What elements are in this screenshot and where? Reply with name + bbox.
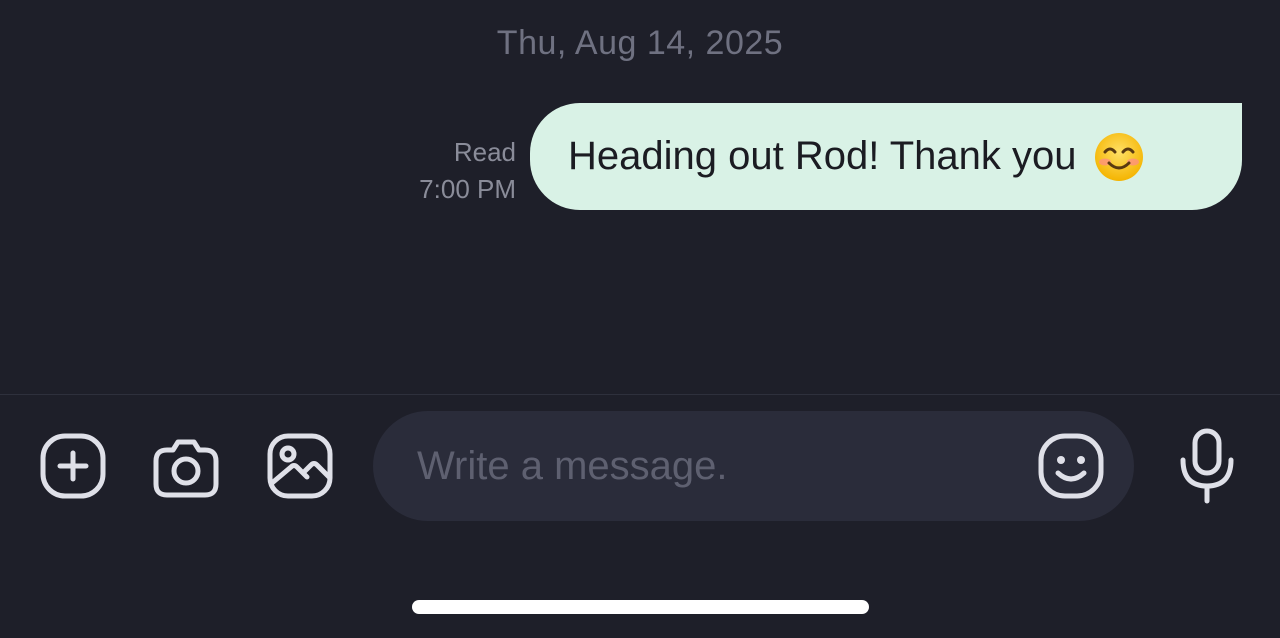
composer-divider bbox=[0, 394, 1280, 395]
smiley-face-icon[interactable] bbox=[1038, 433, 1104, 499]
read-receipt: Read bbox=[453, 137, 516, 167]
message-text: Heading out Rod! Thank you bbox=[568, 134, 1077, 178]
home-indicator[interactable] bbox=[412, 600, 869, 614]
outgoing-message-bubble[interactable]: Heading out Rod! Thank you bbox=[530, 103, 1242, 210]
microphone-icon[interactable] bbox=[1178, 428, 1236, 504]
message-timestamp: 7:00 PM bbox=[419, 174, 516, 204]
message-composer[interactable] bbox=[373, 411, 1134, 521]
image-icon[interactable] bbox=[267, 433, 333, 499]
plus-square-icon[interactable] bbox=[40, 433, 106, 499]
camera-icon[interactable] bbox=[153, 433, 219, 499]
smiling-face-emoji-icon bbox=[1094, 132, 1143, 181]
chat-screen: Thu, Aug 14, 2025 Read 7:00 PM Heading o… bbox=[0, 0, 1280, 638]
message-meta: Read 7:00 PM bbox=[419, 134, 516, 208]
message-input[interactable] bbox=[417, 436, 997, 496]
date-separator: Thu, Aug 14, 2025 bbox=[496, 24, 784, 62]
